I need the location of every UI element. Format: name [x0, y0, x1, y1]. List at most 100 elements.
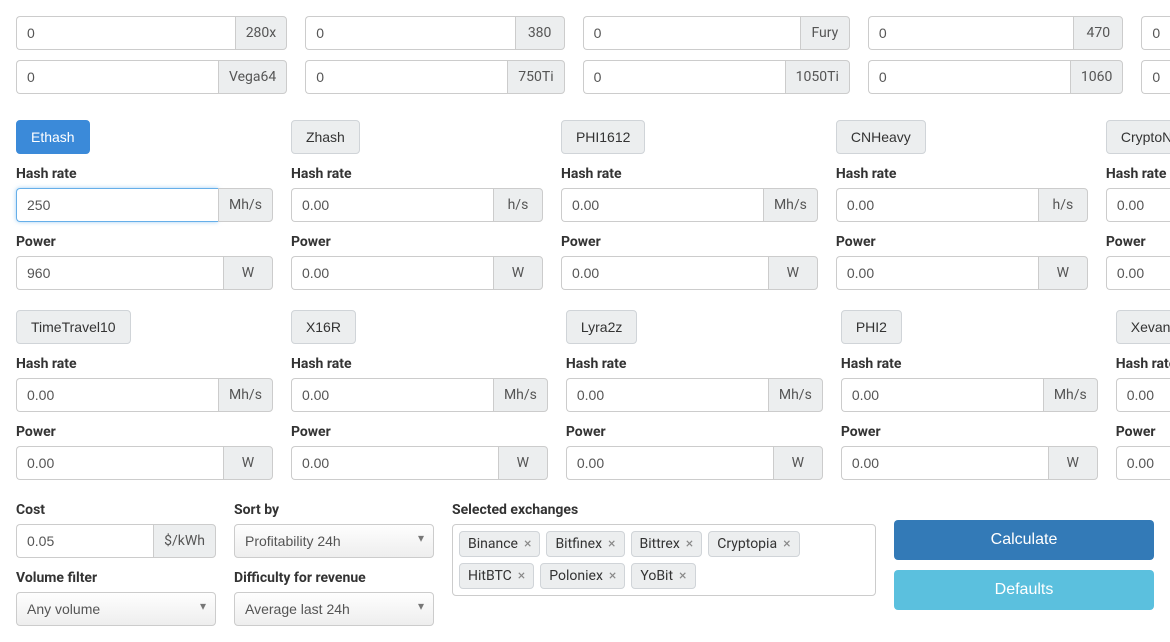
hash-rate-label: Hash rate [1116, 356, 1170, 372]
cost-label: Cost [16, 502, 216, 518]
gpu-count-input[interactable] [16, 60, 218, 94]
power-input[interactable] [566, 446, 773, 480]
algorithm-button[interactable]: CryptoNightV7 [1106, 120, 1170, 154]
sort-by-select-wrap: Profitability 24h [234, 524, 434, 558]
exchange-tag[interactable]: Bittrex× [631, 531, 703, 557]
exchange-tag-label: HitBTC [468, 568, 512, 584]
close-icon[interactable]: × [609, 569, 616, 583]
exchange-tag[interactable]: Cryptopia× [708, 531, 799, 557]
bottom-controls: Cost $/kWh Volume filter Any volume Sort… [16, 500, 1154, 626]
sort-by-select[interactable]: Profitability 24h [234, 524, 434, 558]
exchange-tag[interactable]: Binance × [459, 531, 540, 557]
gpu-count-input[interactable] [583, 16, 800, 50]
volume-filter-select[interactable]: Any volume [16, 592, 216, 626]
hash-rate-label: Hash rate [291, 166, 543, 182]
algorithm-button[interactable]: Zhash [291, 120, 360, 154]
gpu-input-group: 1070 [1141, 60, 1170, 94]
algorithm-column: PHI2Hash rateMh/sPowerW [841, 310, 1098, 480]
hash-rate-input[interactable] [841, 378, 1043, 412]
gpu-input-group: 750Ti [305, 60, 564, 94]
power-unit: W [223, 446, 273, 480]
hash-rate-label: Hash rate [841, 356, 1098, 372]
hash-rate-input-group: h/s [291, 188, 543, 222]
hash-rate-unit: Mh/s [1043, 378, 1098, 412]
hash-rate-input-group: Mh/s [841, 378, 1098, 412]
gpu-input-group: Vega64 [16, 60, 287, 94]
algorithm-button[interactable]: TimeTravel10 [16, 310, 131, 344]
power-input[interactable] [841, 446, 1048, 480]
algorithm-button[interactable]: CNHeavy [836, 120, 926, 154]
hash-rate-input[interactable] [836, 188, 1038, 222]
hash-rate-input-group: Mh/s [291, 378, 548, 412]
power-unit: W [773, 446, 823, 480]
power-input[interactable] [1106, 256, 1170, 290]
gpu-label: 380 [515, 16, 565, 50]
hash-rate-unit: Mh/s [218, 188, 273, 222]
power-unit: W [768, 256, 818, 290]
gpu-count-input[interactable] [1141, 60, 1170, 94]
power-input[interactable] [836, 256, 1038, 290]
close-icon[interactable]: × [783, 537, 790, 551]
gpu-count-input[interactable] [305, 16, 514, 50]
gpu-input-group: 480 [1141, 16, 1170, 50]
power-unit: W [1048, 446, 1098, 480]
cost-input[interactable] [16, 524, 153, 558]
gpu-count-input[interactable] [868, 60, 1070, 94]
hash-rate-input[interactable] [561, 188, 763, 222]
power-input[interactable] [291, 256, 493, 290]
hash-rate-input-group: h/s [836, 188, 1088, 222]
defaults-button[interactable]: Defaults [894, 570, 1154, 610]
gpu-count-input[interactable] [1141, 16, 1170, 50]
exchange-tag[interactable]: Bitfinex× [546, 531, 624, 557]
hash-rate-input-group: Mh/s [566, 378, 823, 412]
calculate-button[interactable]: Calculate [894, 520, 1154, 560]
hash-rate-input[interactable] [291, 188, 493, 222]
gpu-count-input[interactable] [305, 60, 507, 94]
gpu-input-group: 380 [305, 16, 564, 50]
algorithm-column: XevanHash rateMh/sPowerW [1116, 310, 1170, 480]
power-input[interactable] [291, 446, 498, 480]
hash-rate-input[interactable] [16, 188, 218, 222]
algorithm-button[interactable]: X16R [291, 310, 356, 344]
hash-rate-unit: h/s [493, 188, 543, 222]
hash-rate-label: Hash rate [561, 166, 818, 182]
power-input[interactable] [16, 446, 223, 480]
exchange-tag-label: Binance [468, 536, 518, 552]
close-icon[interactable]: × [679, 569, 686, 583]
hash-rate-unit: Mh/s [493, 378, 548, 412]
hash-rate-label: Hash rate [566, 356, 823, 372]
hash-rate-input-group: Mh/s [561, 188, 818, 222]
hash-rate-input[interactable] [1106, 188, 1170, 222]
algorithm-button[interactable]: PHI1612 [561, 120, 645, 154]
gpu-count-input[interactable] [16, 16, 235, 50]
algorithm-button[interactable]: Ethash [16, 120, 90, 154]
algorithm-column: CryptoNightV7Hash rateh/sPowerW [1106, 120, 1170, 290]
algorithm-button[interactable]: Lyra2z [566, 310, 638, 344]
power-input[interactable] [16, 256, 223, 290]
algorithm-button[interactable]: Xevan [1116, 310, 1170, 344]
close-icon[interactable]: × [608, 537, 615, 551]
close-icon[interactable]: × [518, 569, 525, 583]
difficulty-select[interactable]: Average last 24h [234, 592, 434, 626]
hash-rate-input[interactable] [1116, 378, 1170, 412]
power-input-group: W [291, 446, 548, 480]
power-input[interactable] [1116, 446, 1170, 480]
power-input[interactable] [561, 256, 768, 290]
algorithm-button[interactable]: PHI2 [841, 310, 902, 344]
gpu-grid: 280x380Fury470480570580Vega56Vega64750Ti… [16, 16, 1154, 94]
cost-column: Cost $/kWh Volume filter Any volume [16, 500, 216, 626]
hash-rate-input[interactable] [566, 378, 768, 412]
close-icon[interactable]: × [524, 537, 531, 551]
gpu-input-group: 280x [16, 16, 287, 50]
algorithm-column: EthashHash rateMh/sPowerW [16, 120, 273, 290]
power-unit: W [223, 256, 273, 290]
hash-rate-input[interactable] [16, 378, 218, 412]
gpu-input-group: Fury [583, 16, 850, 50]
gpu-count-input[interactable] [583, 60, 785, 94]
power-label: Power [291, 424, 548, 440]
exchanges-box[interactable]: Binance×Bitfinex×Bittrex×Cryptopia×HitBT… [452, 524, 876, 596]
close-icon[interactable]: × [686, 537, 693, 551]
hash-rate-input[interactable] [291, 378, 493, 412]
algorithm-column: TimeTravel10Hash rateMh/sPowerW [16, 310, 273, 480]
gpu-count-input[interactable] [868, 16, 1073, 50]
